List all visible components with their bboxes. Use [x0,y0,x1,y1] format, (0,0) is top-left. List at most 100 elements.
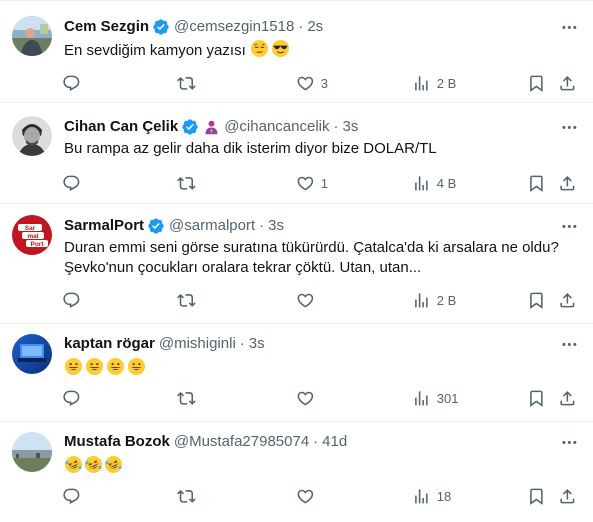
timestamp[interactable]: 41d [322,432,347,452]
avatar[interactable] [12,16,52,56]
view-count: 2 B [436,292,457,308]
retweet-button[interactable] [177,173,202,193]
bar-chart-icon [412,389,431,408]
bookmark-button[interactable] [527,290,546,310]
like-button[interactable] [296,388,321,408]
grinning-face-emoji-icon [64,357,83,376]
bar-chart-icon [412,174,431,193]
share-button[interactable] [558,290,577,310]
user-handle[interactable]: @sarmalport [169,216,255,236]
more-options-icon[interactable] [559,432,579,452]
tweet-text [64,455,584,477]
timestamp[interactable]: 3s [249,334,265,354]
reply-button[interactable] [62,290,87,310]
reply-button[interactable] [62,173,87,193]
tweet-actions: 1 4 B [62,173,582,193]
views-button[interactable]: 4 B [412,173,456,193]
share-button[interactable] [558,388,577,408]
tweet-header: Cem Sezgin @cemsezgin1518 · 2s [64,17,323,37]
user-handle[interactable]: @cemsezgin1518 [174,17,294,37]
retweet-button[interactable] [177,388,202,408]
user-handle[interactable]: @Mustafa27985074 [174,432,309,452]
like-button[interactable]: 1 [296,173,328,193]
display-name[interactable]: Mustafa Bozok [64,432,170,452]
reply-icon [62,291,81,310]
share-icon [558,389,577,408]
tweet-mustafa-bozok[interactable]: Mustafa Bozok @Mustafa27985074 · 41d 18 [0,422,593,522]
retweet-icon [177,74,196,93]
display-name[interactable]: Cihan Can Çelik [64,117,178,137]
views-button[interactable]: 2 B [412,73,456,93]
reply-icon [62,389,81,408]
grinning-face-emoji-icon [85,357,104,376]
tweet-kaptan-rogar[interactable]: kaptan rögar @mishiginli · 3s 301 [0,324,593,422]
bookmark-button[interactable] [527,388,546,408]
share-button[interactable] [558,173,577,193]
more-options-icon[interactable] [559,17,579,37]
reply-button[interactable] [62,73,87,93]
separator-dot: · [313,433,319,450]
view-count: 2 B [436,75,457,91]
retweet-button[interactable] [177,73,202,93]
heart-icon [296,389,315,408]
bookmark-icon [527,174,546,193]
tweet-text-line: Duran emmi seni görse suratına tükürürdü… [64,239,559,256]
share-button[interactable] [558,73,577,93]
like-button[interactable]: 3 [296,73,328,93]
more-options-icon[interactable] [559,334,579,354]
reply-button[interactable] [62,486,87,506]
grinning-face-emoji-icon [127,357,146,376]
heart-icon [296,74,315,93]
view-count: 301 [436,390,459,406]
like-count: 1 [320,175,328,191]
bookmark-icon [527,389,546,408]
avatar-logo-line2: mal [27,233,38,240]
views-button[interactable]: 18 [412,486,451,506]
bookmark-button[interactable] [527,486,546,506]
tweet-text: Duran emmi seni görse suratına tükürürdü… [64,238,584,278]
timestamp[interactable]: 3s [268,216,284,236]
tweet-text-line: Şevko'nun çocukları oralara tekrar çöktü… [64,259,422,276]
display-name[interactable]: SarmalPort [64,216,144,236]
avatar[interactable] [12,432,52,472]
retweet-button[interactable] [177,290,202,310]
more-options-icon[interactable] [559,117,579,137]
rofl-emoji-icon [64,455,83,474]
views-button[interactable]: 2 B [412,290,456,310]
relieved-face-emoji-icon [250,39,269,58]
tweet-text: Bu rampa az gelir daha dik isterim diyor… [64,140,437,157]
share-button[interactable] [558,486,577,506]
reply-icon [62,74,81,93]
timestamp[interactable]: 2s [307,17,323,37]
bookmark-icon [527,487,546,506]
separator-dot: · [298,18,304,35]
user-handle[interactable]: @mishiginli [159,334,236,354]
avatar[interactable] [12,116,52,156]
views-button[interactable]: 301 [412,388,458,408]
tweet-sarmalport[interactable]: Sar mal Port SarmalPort @sarmalport · 3s… [0,204,593,324]
rofl-emoji-icon [84,455,103,474]
bookmark-button[interactable] [527,73,546,93]
tweet-text [64,357,584,379]
avatar[interactable]: Sar mal Port [12,215,52,255]
tweet-header: kaptan rögar @mishiginli · 3s [64,334,265,354]
like-button[interactable] [296,486,321,506]
retweet-button[interactable] [177,486,202,506]
verified-badge-icon [152,18,170,36]
reply-icon [62,174,81,193]
like-button[interactable] [296,290,321,310]
bar-chart-icon [412,487,431,506]
tweet-cem-sezgin[interactable]: Cem Sezgin @cemsezgin1518 · 2s En sevdiğ… [0,0,593,103]
tweet-cihan-can-celik[interactable]: Cihan Can Çelik @cihancancelik · 3s Bu r… [0,103,593,204]
display-name[interactable]: kaptan rögar [64,334,155,354]
reply-button[interactable] [62,388,87,408]
more-options-icon[interactable] [559,216,579,236]
bookmark-button[interactable] [527,173,546,193]
tweet-header: Cihan Can Çelik @cihancancelik · 3s [64,117,358,137]
like-count: 3 [320,75,328,91]
affiliate-icon [203,119,220,136]
timestamp[interactable]: 3s [342,117,358,137]
user-handle[interactable]: @cihancancelik [224,117,329,137]
display-name[interactable]: Cem Sezgin [64,17,149,37]
avatar[interactable] [12,334,52,374]
